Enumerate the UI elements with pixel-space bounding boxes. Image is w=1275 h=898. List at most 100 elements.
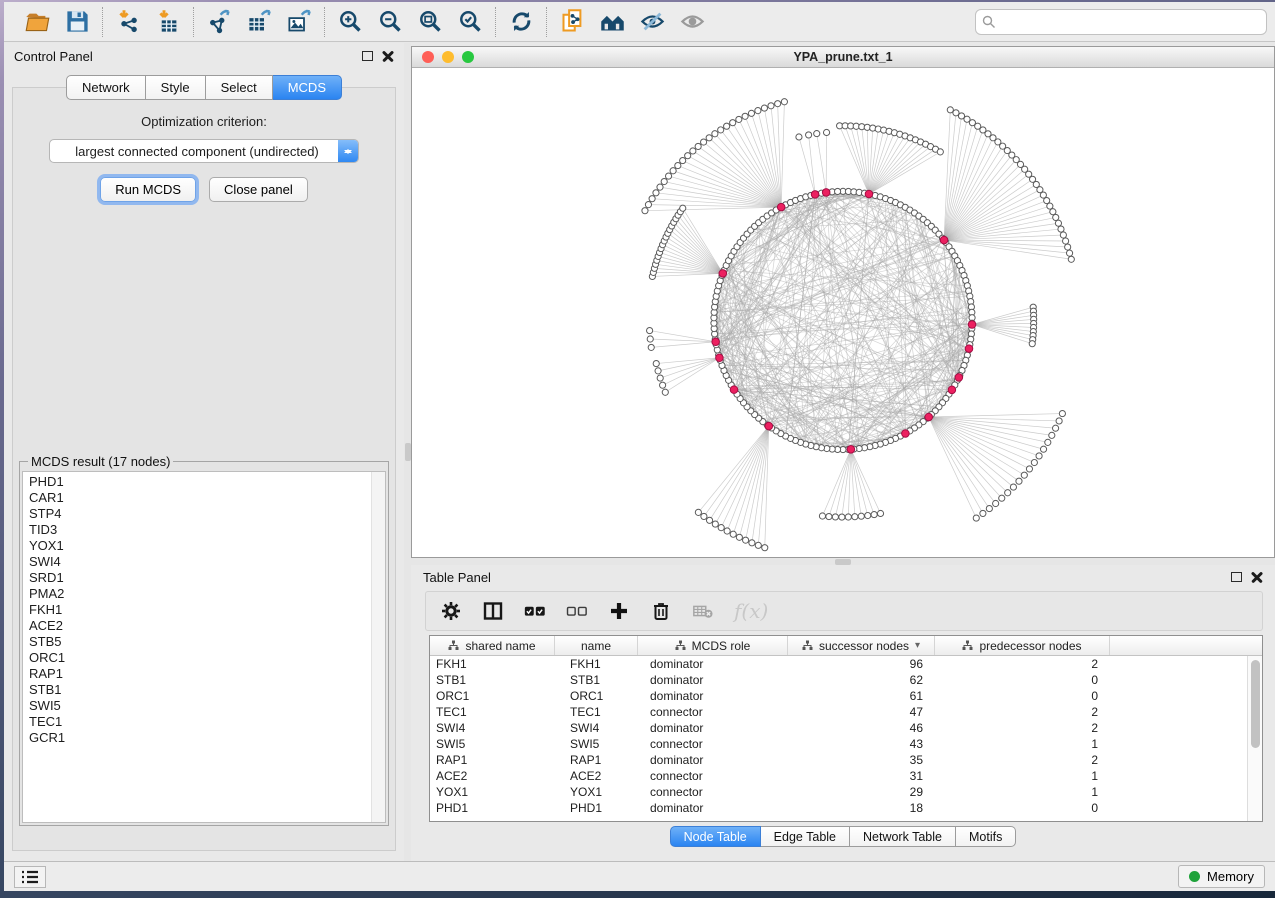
import-network-icon[interactable]	[113, 7, 143, 37]
show-all-icon[interactable]	[677, 7, 707, 37]
cell-predecessor_nodes: 2	[935, 753, 1110, 767]
mcds-result-item[interactable]: PMA2	[23, 586, 385, 602]
mcds-result-item[interactable]: PHD1	[23, 474, 385, 490]
table-tab-node-table[interactable]: Node Table	[670, 826, 761, 847]
select-all-checkboxes-icon[interactable]	[524, 600, 546, 622]
table-scrollbar[interactable]	[1247, 656, 1262, 821]
first-neighbors-icon[interactable]	[597, 7, 627, 37]
delete-column-icon[interactable]	[650, 600, 672, 622]
float-table-panel-icon[interactable]	[1231, 572, 1242, 582]
table-row[interactable]: STB1STB1dominator620	[430, 672, 1247, 688]
delete-table-icon	[692, 600, 714, 622]
mcds-result-item[interactable]: CAR1	[23, 490, 385, 506]
mcds-result-item[interactable]: ORC1	[23, 650, 385, 666]
cell-name: RAP1	[555, 753, 638, 767]
cell-predecessor_nodes: 0	[935, 689, 1110, 703]
table-tab-motifs[interactable]: Motifs	[956, 826, 1016, 847]
float-panel-icon[interactable]	[362, 51, 373, 61]
network-frame-titlebar[interactable]: YPA_prune.txt_1	[412, 47, 1274, 68]
mcds-result-item[interactable]: TID3	[23, 522, 385, 538]
cell-predecessor_nodes: 1	[935, 737, 1110, 751]
table-row[interactable]: PHD1PHD1dominator180	[430, 800, 1247, 816]
mcds-result-item[interactable]: STB1	[23, 682, 385, 698]
horizontal-split-divider[interactable]	[411, 558, 1275, 565]
apply-layout-icon[interactable]	[506, 7, 536, 37]
save-session-icon[interactable]	[62, 7, 92, 37]
cell-name: ACE2	[555, 769, 638, 783]
close-table-panel-icon[interactable]	[1251, 571, 1263, 583]
cell-predecessor_nodes: 1	[935, 785, 1110, 799]
table-row[interactable]: SWI4SWI4dominator462	[430, 720, 1247, 736]
table-tab-edge-table[interactable]: Edge Table	[761, 826, 850, 847]
mcds-result-item[interactable]: STB5	[23, 634, 385, 650]
column-header-shared-name[interactable]: shared name	[430, 636, 555, 655]
zoom-fit-icon[interactable]	[415, 7, 445, 37]
zoom-in-icon[interactable]	[335, 7, 365, 37]
deselect-all-checkboxes-icon[interactable]	[566, 600, 588, 622]
mcds-result-group: MCDS result (17 nodes) PHD1CAR1STP4TID3Y…	[19, 454, 389, 826]
vertical-split-handle[interactable]	[405, 443, 411, 461]
run-mcds-button[interactable]: Run MCDS	[100, 177, 196, 202]
column-header-successor-nodes[interactable]: successor nodes▾	[788, 636, 935, 655]
close-panel-icon[interactable]	[382, 50, 394, 62]
table-row[interactable]: SWI5SWI5connector431	[430, 736, 1247, 752]
new-network-from-selection-icon[interactable]	[557, 7, 587, 37]
column-header-mcds-role[interactable]: MCDS role	[638, 636, 788, 655]
mcds-result-item[interactable]: STP4	[23, 506, 385, 522]
open-file-icon[interactable]	[22, 7, 52, 37]
vertical-split-divider[interactable]	[404, 43, 411, 861]
column-header-name[interactable]: name	[555, 636, 638, 655]
mcds-result-list[interactable]: PHD1CAR1STP4TID3YOX1SWI4SRD1PMA2FKH1ACE2…	[22, 471, 386, 823]
import-table-icon[interactable]	[153, 7, 183, 37]
tab-network[interactable]: Network	[66, 75, 146, 100]
export-image-icon[interactable]	[284, 7, 314, 37]
cell-predecessor_nodes: 2	[935, 721, 1110, 735]
horizontal-split-handle[interactable]	[835, 559, 851, 565]
column-header-predecessor-nodes[interactable]: predecessor nodes	[935, 636, 1110, 655]
hide-selected-icon[interactable]	[637, 7, 667, 37]
control-panel-titlebar: Control Panel	[4, 43, 404, 69]
mcds-result-item[interactable]: GCR1	[23, 730, 385, 746]
mcds-result-item[interactable]: SWI5	[23, 698, 385, 714]
task-history-icon[interactable]	[14, 866, 46, 888]
tab-select[interactable]: Select	[206, 75, 273, 100]
control-panel-tabs: NetworkStyleSelectMCDS	[4, 75, 404, 100]
close-panel-button[interactable]: Close panel	[209, 177, 308, 202]
cell-name: SWI4	[555, 721, 638, 735]
table-row[interactable]: YOX1YOX1connector291	[430, 784, 1247, 800]
export-table-icon[interactable]	[244, 7, 274, 37]
table-scrollbar-thumb[interactable]	[1251, 660, 1260, 748]
cell-shared_name: YOX1	[430, 785, 555, 799]
table-row[interactable]: RAP1RAP1dominator352	[430, 752, 1247, 768]
close-window-icon[interactable]	[422, 51, 434, 63]
cell-shared_name: ACE2	[430, 769, 555, 783]
table-row[interactable]: FKH1FKH1dominator962	[430, 656, 1247, 672]
search-input[interactable]	[975, 9, 1267, 35]
mcds-result-item[interactable]: SRD1	[23, 570, 385, 586]
table-tab-network-table[interactable]: Network Table	[850, 826, 956, 847]
export-network-icon[interactable]	[204, 7, 234, 37]
mcds-result-item[interactable]: ACE2	[23, 618, 385, 634]
minimize-window-icon[interactable]	[442, 51, 454, 63]
optimization-criterion-select[interactable]: largest connected component (undirected)	[49, 139, 359, 163]
mcds-result-item[interactable]: SWI4	[23, 554, 385, 570]
table-row[interactable]: ORC1ORC1dominator610	[430, 688, 1247, 704]
mcds-tab-content: Optimization criterion: largest connecte…	[12, 87, 396, 851]
network-canvas[interactable]	[412, 69, 1274, 557]
memory-button[interactable]: Memory	[1178, 865, 1265, 888]
table-row[interactable]: ACE2ACE2connector311	[430, 768, 1247, 784]
add-column-icon[interactable]	[608, 600, 630, 622]
zoom-selected-icon[interactable]	[455, 7, 485, 37]
mcds-result-item[interactable]: YOX1	[23, 538, 385, 554]
table-row[interactable]: TEC1TEC1connector472	[430, 704, 1247, 720]
tab-style[interactable]: Style	[146, 75, 206, 100]
mcds-result-item[interactable]: RAP1	[23, 666, 385, 682]
mcds-result-item[interactable]: TEC1	[23, 714, 385, 730]
show-column-panel-icon[interactable]	[482, 600, 504, 622]
tab-mcds[interactable]: MCDS	[273, 75, 342, 100]
table-settings-icon[interactable]	[440, 600, 462, 622]
zoom-out-icon[interactable]	[375, 7, 405, 37]
mcds-list-scrollbar[interactable]	[371, 472, 385, 822]
mcds-result-item[interactable]: FKH1	[23, 602, 385, 618]
maximize-window-icon[interactable]	[462, 51, 474, 63]
